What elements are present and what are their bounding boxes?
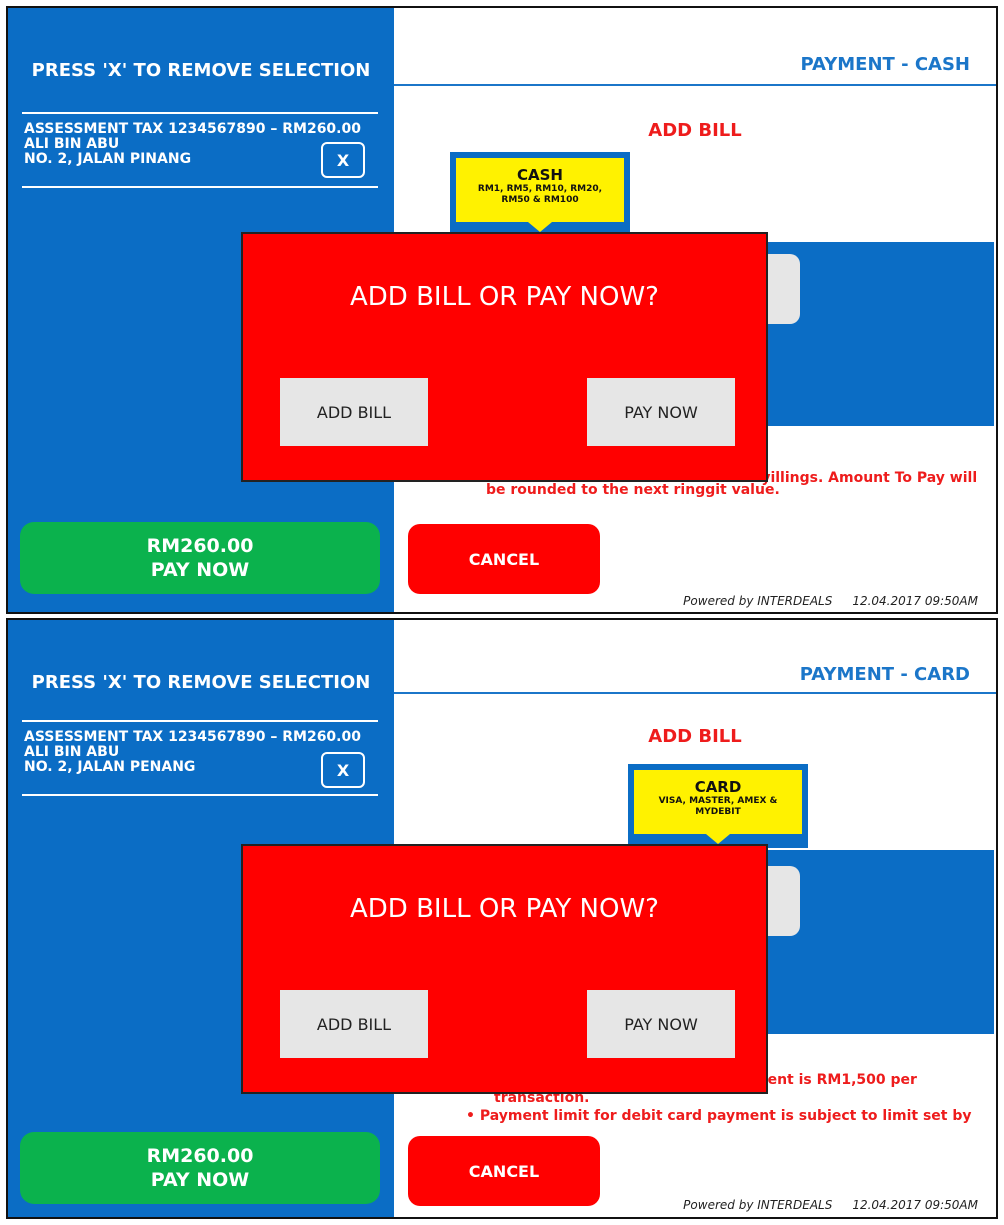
method-detail: RM50 & RM100 (501, 195, 579, 205)
add-bill-or-pay-dialog: ADD BILL OR PAY NOW? ADD BILL PAY NOW (241, 844, 768, 1094)
kiosk-screen-cash: PRESS 'X' TO REMOVE SELECTION ASSESSMENT… (6, 6, 998, 614)
method-detail: MYDEBIT (695, 807, 741, 817)
page-title: PAYMENT - CARD (799, 664, 970, 685)
card-tag: CARD VISA, MASTER, AMEX & MYDEBIT (634, 770, 802, 844)
cancel-button[interactable]: CANCEL (408, 524, 600, 594)
divider (22, 186, 378, 188)
dialog-add-bill-button[interactable]: ADD BILL (280, 378, 428, 446)
page-title: PAYMENT - CASH (800, 54, 970, 75)
kiosk-screen-card: PRESS 'X' TO REMOVE SELECTION ASSESSMENT… (6, 618, 998, 1219)
divider (22, 794, 378, 796)
dialog-question: ADD BILL OR PAY NOW? (350, 282, 659, 312)
method-title: CASH (517, 166, 563, 184)
payment-method-card[interactable]: CARD VISA, MASTER, AMEX & MYDEBIT (628, 764, 808, 848)
remove-bill-button[interactable]: X (321, 142, 365, 178)
footer: Powered by INTERDEALS 12.04.2017 09:50AM (663, 1198, 978, 1212)
header-divider (394, 84, 996, 86)
add-bill-or-pay-dialog: ADD BILL OR PAY NOW? ADD BILL PAY NOW (241, 232, 768, 482)
card-note-line: ment is RM1,500 per (753, 1072, 917, 1088)
cash-tag: CASH RM1, RM5, RM10, RM20, RM50 & RM100 (456, 158, 624, 232)
method-detail: VISA, MASTER, AMEX & (658, 796, 778, 806)
dialog-question: ADD BILL OR PAY NOW? (350, 894, 659, 924)
add-bill-heading: ADD BILL (648, 120, 742, 141)
cash-note-line: syillings. Amount To Pay will (753, 470, 978, 486)
footer-datetime: 12.04.2017 09:50AM (852, 594, 978, 608)
bill-description: ASSESSMENT TAX 1234567890 – RM260.00 (24, 729, 361, 745)
bill-description: ASSESSMENT TAX 1234567890 – RM260.00 (24, 121, 361, 137)
sidebar-title: PRESS 'X' TO REMOVE SELECTION (31, 60, 371, 81)
dialog-add-bill-button[interactable]: ADD BILL (280, 990, 428, 1058)
method-detail: RM1, RM5, RM10, RM20, (477, 184, 603, 194)
tag-arrow-icon (528, 222, 552, 232)
dialog-pay-now-button[interactable]: PAY NOW (587, 990, 735, 1058)
header-divider (394, 692, 996, 694)
cancel-button[interactable]: CANCEL (408, 1136, 600, 1206)
sidebar-title: PRESS 'X' TO REMOVE SELECTION (31, 672, 371, 693)
remove-bill-button[interactable]: X (321, 752, 365, 788)
footer-powered: Powered by INTERDEALS (683, 594, 833, 608)
tag-arrow-icon (706, 834, 730, 844)
footer-powered: Powered by INTERDEALS (683, 1198, 833, 1212)
payment-method-cash[interactable]: CASH RM1, RM5, RM10, RM20, RM50 & RM100 (450, 152, 630, 242)
pay-now-label: PAY NOW (150, 559, 250, 581)
pay-amount: RM260.00 (146, 535, 254, 557)
footer-datetime: 12.04.2017 09:50AM (852, 1198, 978, 1212)
pay-now-button[interactable]: RM260.00 PAY NOW (20, 522, 380, 594)
divider (22, 112, 378, 114)
pay-amount: RM260.00 (146, 1145, 254, 1167)
card-note-line: • Payment limit for debit card payment i… (466, 1108, 972, 1124)
pay-now-label: PAY NOW (150, 1169, 250, 1191)
pay-now-button[interactable]: RM260.00 PAY NOW (20, 1132, 380, 1204)
add-bill-heading: ADD BILL (648, 726, 742, 747)
footer: Powered by INTERDEALS 12.04.2017 09:50AM (663, 594, 978, 608)
method-title: CARD (694, 778, 742, 796)
divider (22, 720, 378, 722)
cash-note-line: be rounded to the next ringgit value. (486, 482, 780, 498)
dialog-pay-now-button[interactable]: PAY NOW (587, 378, 735, 446)
